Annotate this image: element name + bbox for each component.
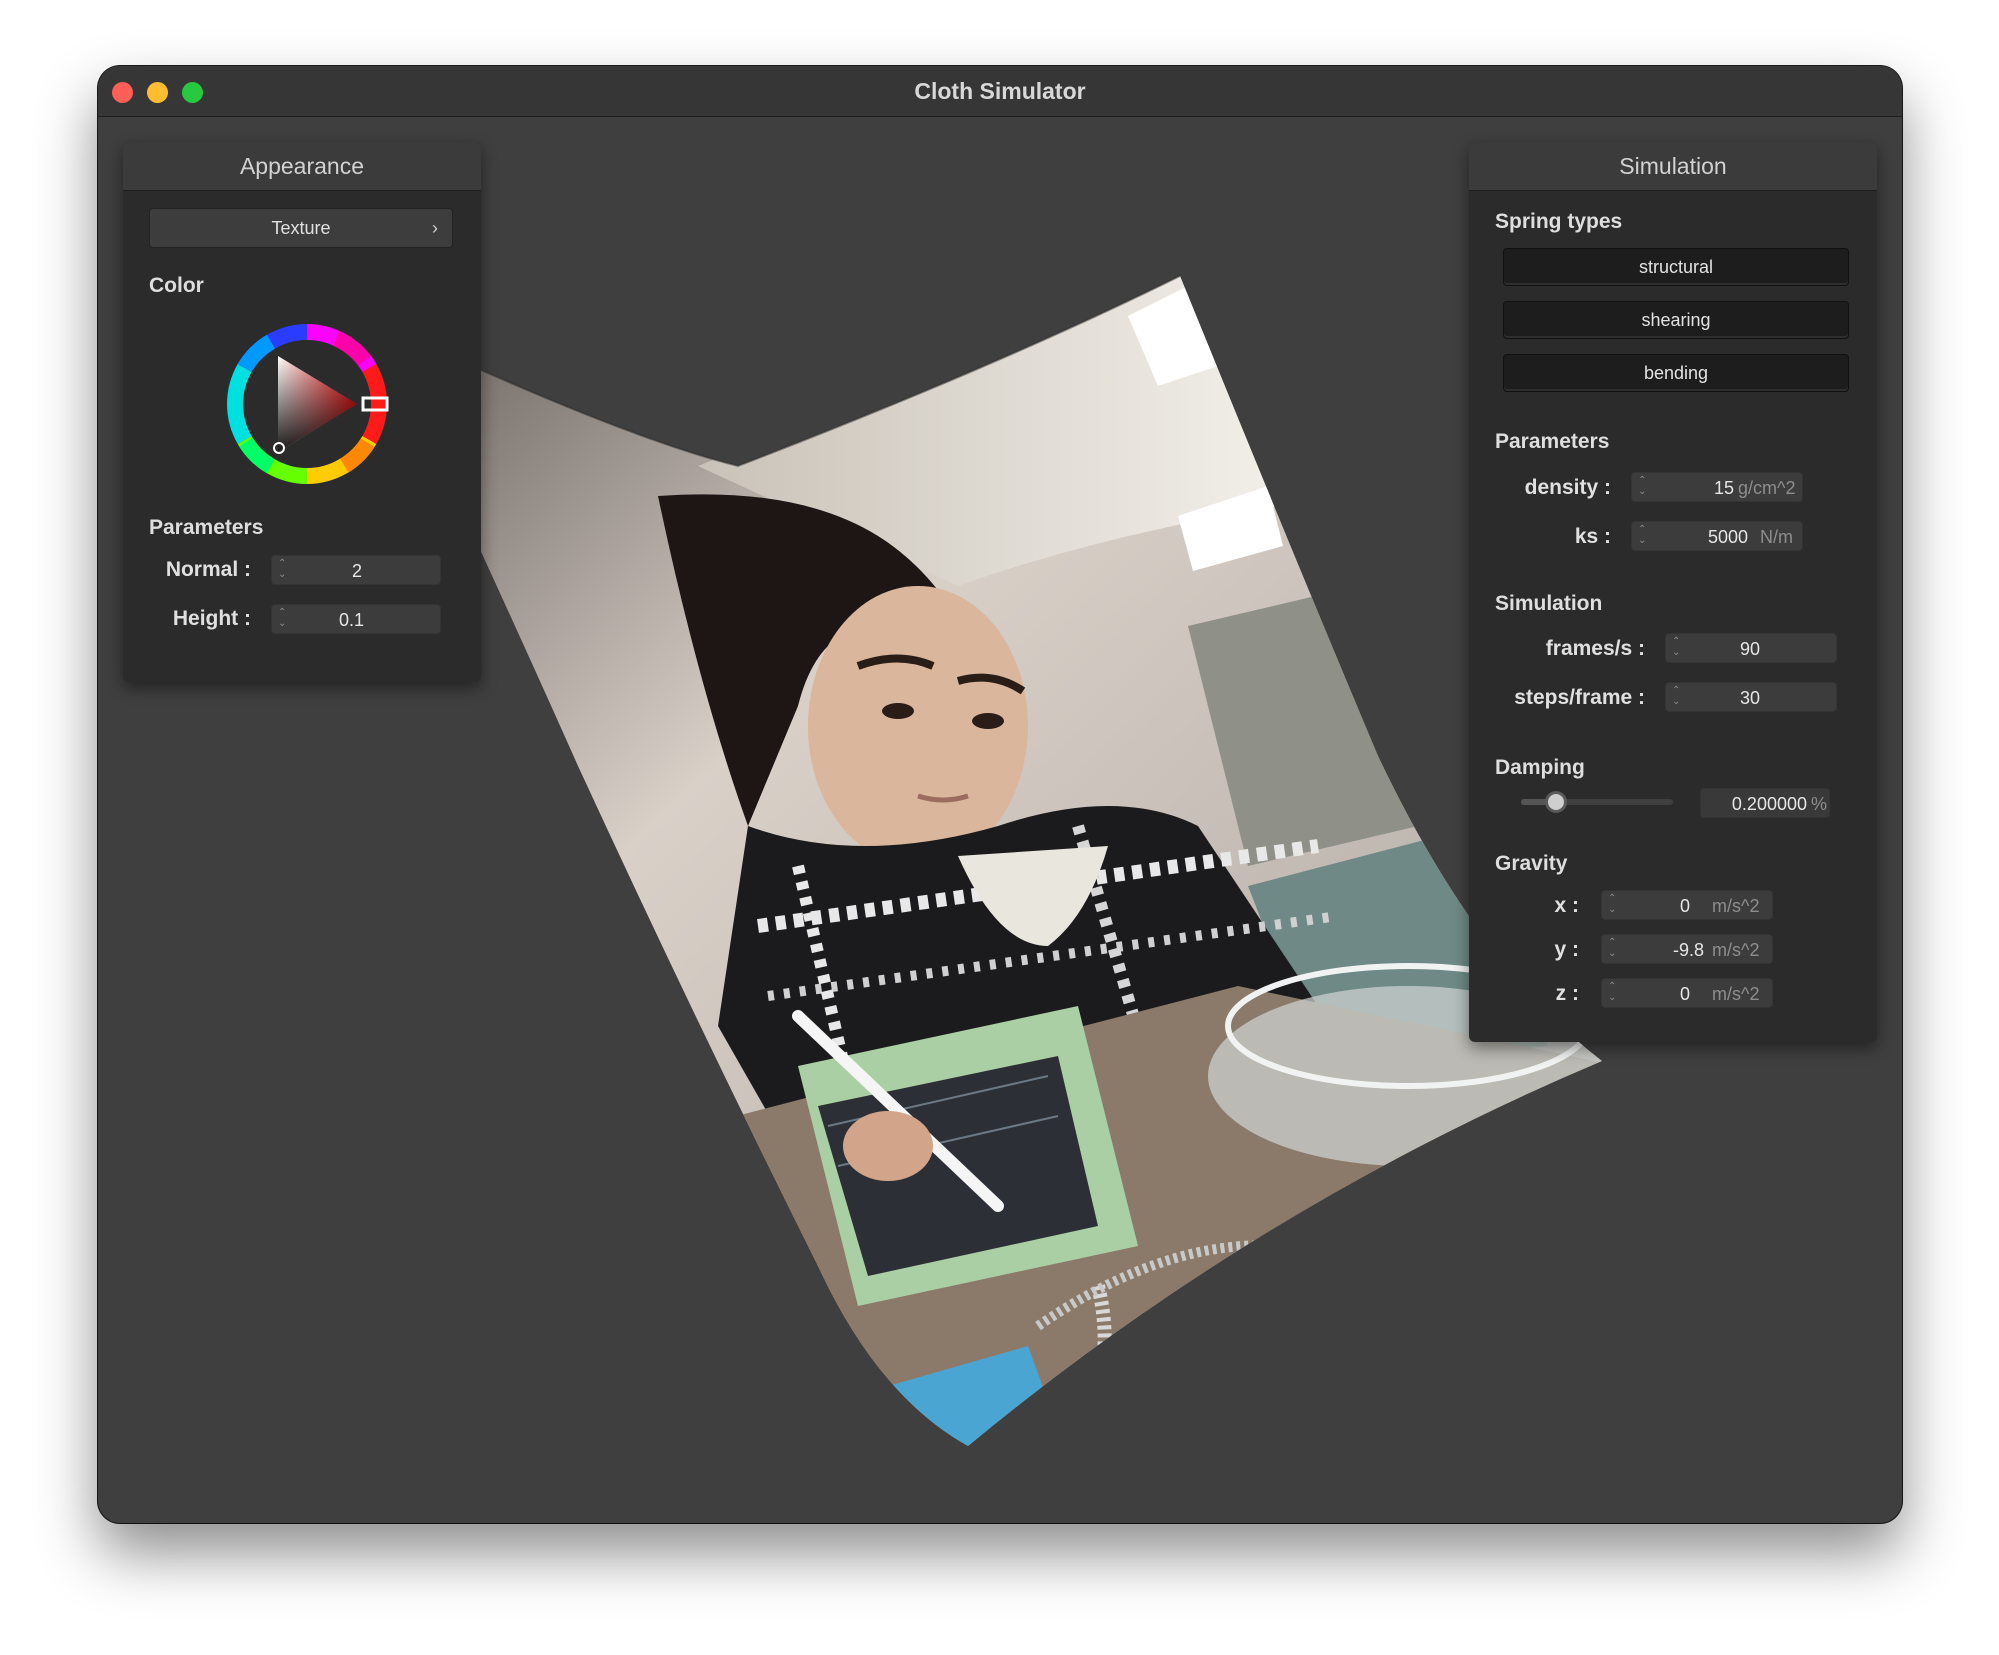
up-down-stepper-icon[interactable]: ⌃ ⌄ <box>1672 685 1680 707</box>
spring-types-label: Spring types <box>1495 210 1623 233</box>
simulation-panel: Simulation Spring types structural shear… <box>1469 142 1877 1042</box>
up-down-stepper-icon[interactable]: ⌃ ⌄ <box>1608 937 1616 959</box>
chevron-right-icon: › <box>432 218 438 238</box>
height-value: 0.1 <box>338 610 364 630</box>
damping-label: Damping <box>1495 756 1585 779</box>
gravity-z-unit: m/s^2 <box>1712 984 1760 1004</box>
appearance-panel-header[interactable]: Appearance <box>123 142 481 191</box>
steps-per-frame-input[interactable]: ⌃ ⌄ 30 <box>1665 682 1837 712</box>
texture-button-label: Texture <box>271 218 331 238</box>
density-label: density : <box>1524 476 1611 499</box>
app-window: Cloth Simulator Appearance Texture › Col… <box>98 66 1902 1523</box>
gravity-y-value: -9.8 <box>1672 940 1704 960</box>
normal-value: 2 <box>351 561 362 581</box>
density-value: 15 <box>1713 478 1734 498</box>
simulation-section-label: Simulation <box>1495 592 1603 615</box>
frames-per-second-input[interactable]: ⌃ ⌄ 90 <box>1665 633 1837 663</box>
color-wheel-icon[interactable] <box>223 320 391 488</box>
appearance-parameters-label: Parameters <box>149 516 264 539</box>
height-label: Height : <box>172 607 251 630</box>
shearing-spring-button[interactable]: shearing <box>1503 301 1849 339</box>
up-down-stepper-icon[interactable]: ⌃ ⌄ <box>1638 475 1646 497</box>
gravity-x-value: 0 <box>1679 896 1690 916</box>
gravity-z-input[interactable]: ⌃ ⌄ 0 m/s^2 <box>1601 978 1773 1008</box>
damping-slider[interactable] <box>1521 792 1673 812</box>
damping-slider-knob[interactable] <box>1548 794 1565 810</box>
steps-per-frame-value: 30 <box>1739 688 1760 708</box>
bending-spring-button[interactable]: bending <box>1503 354 1849 392</box>
simulation-parameters-label: Parameters <box>1495 430 1610 453</box>
up-down-stepper-icon[interactable]: ⌃ ⌄ <box>1608 893 1616 915</box>
damping-value: 0.200000 <box>1731 794 1807 814</box>
gravity-label: Gravity <box>1495 852 1568 875</box>
gravity-z-label: z : <box>1555 982 1579 1005</box>
normal-input[interactable]: ⌃ ⌄ 2 <box>271 555 441 585</box>
gravity-z-value: 0 <box>1679 984 1690 1004</box>
cloth-texture <box>374 276 1602 1446</box>
gravity-x-input[interactable]: ⌃ ⌄ 0 m/s^2 <box>1601 890 1773 920</box>
damping-unit: % <box>1811 794 1828 814</box>
simulation-panel-header[interactable]: Simulation <box>1469 142 1877 191</box>
normal-label: Normal : <box>165 558 251 581</box>
appearance-panel: Appearance Texture › Color Parameters No… <box>123 142 481 682</box>
color-section-label: Color <box>149 274 204 297</box>
up-down-stepper-icon[interactable]: ⌃ ⌄ <box>278 558 286 580</box>
up-down-stepper-icon[interactable]: ⌃ ⌄ <box>278 607 286 629</box>
gravity-x-unit: m/s^2 <box>1712 896 1760 916</box>
up-down-stepper-icon[interactable]: ⌃ ⌄ <box>1608 981 1616 1003</box>
ks-label: ks : <box>1574 525 1611 548</box>
frames-per-second-label: frames/s : <box>1545 637 1645 660</box>
texture-button[interactable]: Texture › <box>149 208 453 248</box>
ks-unit: N/m <box>1760 527 1793 547</box>
ks-input[interactable]: ⌃ ⌄ 5000 N/m <box>1631 521 1803 551</box>
gravity-y-label: y : <box>1554 938 1579 961</box>
gravity-y-input[interactable]: ⌃ ⌄ -9.8 m/s^2 <box>1601 934 1773 964</box>
up-down-stepper-icon[interactable]: ⌃ ⌄ <box>1638 524 1646 546</box>
frames-per-second-value: 90 <box>1739 639 1760 659</box>
density-unit: g/cm^2 <box>1738 478 1796 498</box>
structural-spring-button[interactable]: structural <box>1503 248 1849 286</box>
damping-input[interactable]: 0.200000 % <box>1700 788 1830 818</box>
gravity-x-label: x : <box>1554 894 1579 917</box>
height-input[interactable]: ⌃ ⌄ 0.1 <box>271 604 441 634</box>
gravity-y-unit: m/s^2 <box>1712 940 1760 960</box>
steps-per-frame-label: steps/frame : <box>1514 686 1645 709</box>
up-down-stepper-icon[interactable]: ⌃ ⌄ <box>1672 636 1680 658</box>
ks-value: 5000 <box>1707 527 1748 547</box>
density-input[interactable]: ⌃ ⌄ 15 g/cm^2 <box>1631 472 1803 502</box>
